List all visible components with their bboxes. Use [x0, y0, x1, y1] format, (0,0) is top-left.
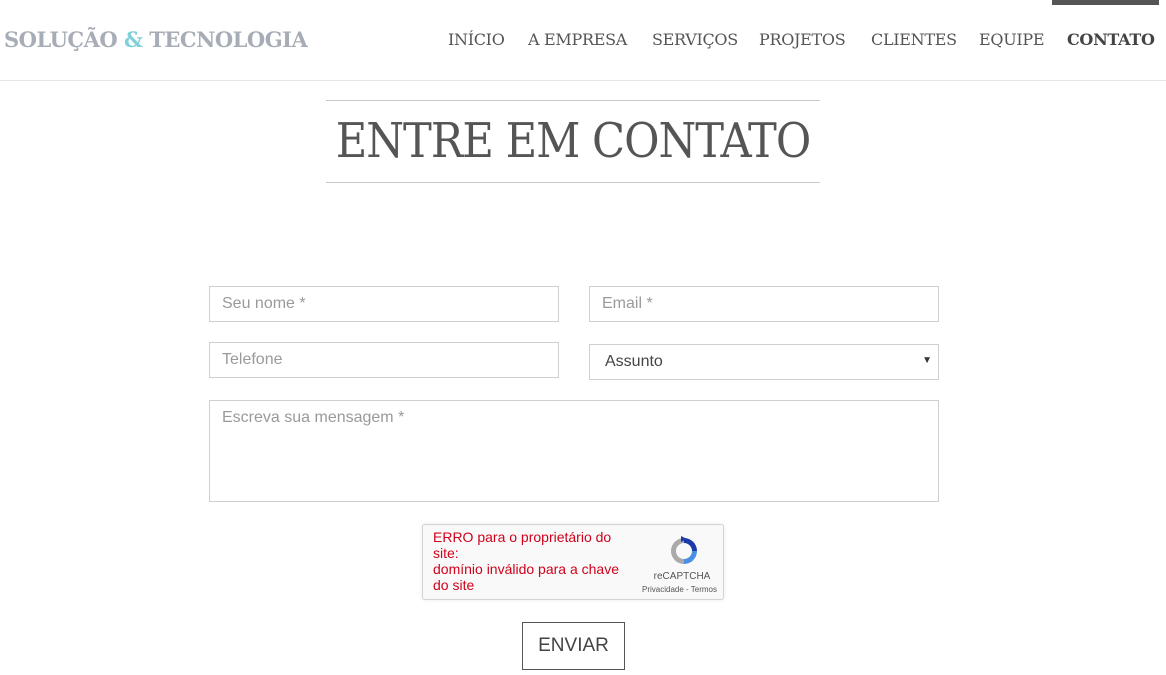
phone-field[interactable] [209, 342, 559, 378]
recaptcha-label: reCAPTCHA [653, 571, 711, 582]
recaptcha-error-line1: ERRO para o proprietário do site: [433, 529, 612, 561]
recaptcha-error-line2: domínio inválido para a chave do site [433, 561, 620, 593]
nav-item-servicos[interactable]: SERVIÇOS [652, 30, 738, 49]
nav-item-a-empresa[interactable]: A EMPRESA [528, 30, 627, 49]
subject-select[interactable]: Assunto ▼ [589, 344, 939, 380]
recaptcha-terms-link[interactable]: Termos [691, 585, 717, 594]
nav-item-contato[interactable]: CONTATO [1067, 30, 1155, 49]
page-title-block: ENTRE EM CONTATO [326, 100, 820, 183]
brand-part1: SOLUÇÃO [4, 27, 118, 52]
recaptcha-icon [671, 536, 697, 564]
page-title: ENTRE EM CONTATO [335, 113, 812, 169]
email-field[interactable] [589, 286, 939, 322]
chevron-down-icon: ▼ [922, 355, 932, 366]
recaptcha-link-separator: - [683, 585, 691, 594]
send-button[interactable]: ENVIAR [522, 622, 625, 670]
nav-item-projetos[interactable]: PROJETOS [759, 30, 846, 49]
nav-item-clientes[interactable]: CLIENTES [871, 30, 957, 49]
recaptcha-privacy-link[interactable]: Privacidade [642, 585, 684, 594]
subject-selected-value: Assunto [605, 353, 663, 370]
recaptcha-error: ERRO para o proprietário do site: domíni… [433, 529, 633, 593]
site-logo[interactable]: SOLUÇÃO & TECNOLOGIA [4, 27, 308, 52]
name-field[interactable] [209, 286, 559, 322]
message-field[interactable] [209, 400, 939, 502]
recaptcha-widget[interactable]: ERRO para o proprietário do site: domíni… [422, 524, 724, 600]
brand-ampersand: & [124, 27, 143, 52]
recaptcha-links: Privacidade - Termos [627, 585, 717, 594]
nav-item-equipe[interactable]: EQUIPE [979, 30, 1045, 49]
nav-active-indicator [1052, 0, 1159, 5]
brand-part2: TECNOLOGIA [149, 27, 308, 52]
site-header: SOLUÇÃO & TECNOLOGIA INÍCIO A EMPRESA SE… [0, 0, 1166, 81]
nav-item-inicio[interactable]: INÍCIO [448, 30, 505, 49]
